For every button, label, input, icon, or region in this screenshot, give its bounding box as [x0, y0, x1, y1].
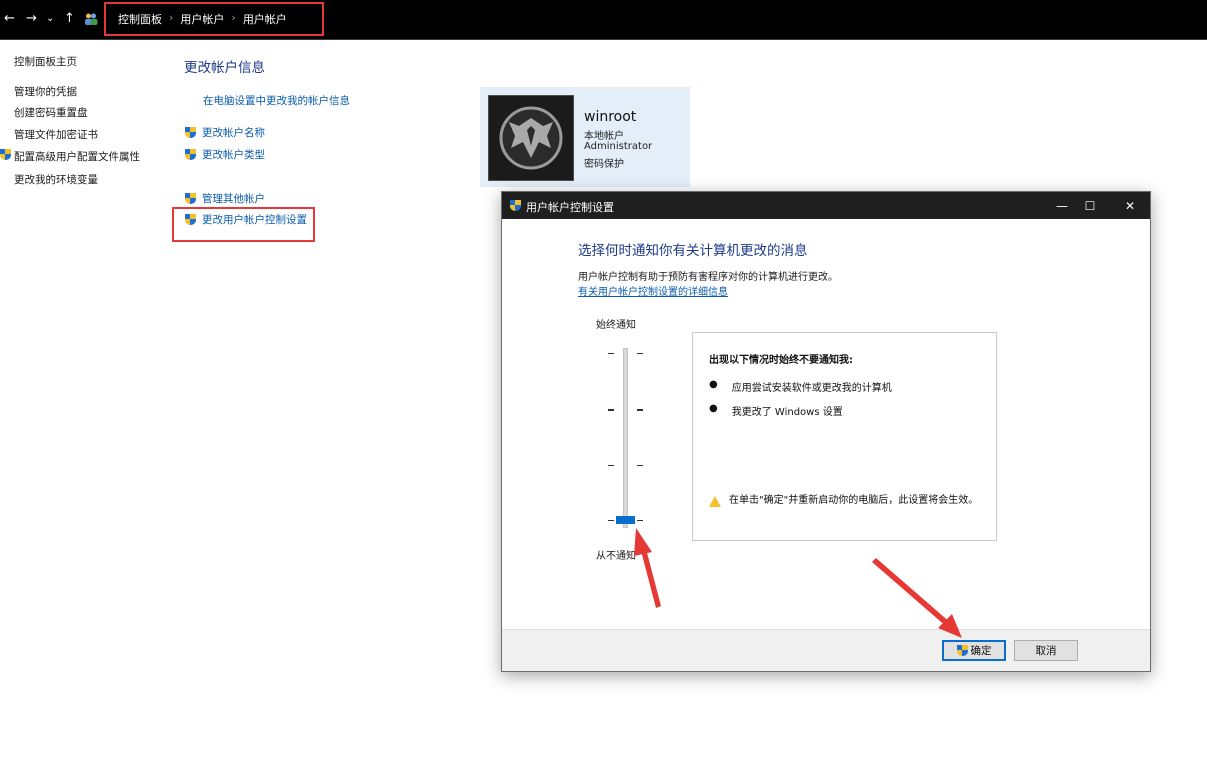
ok-button-label: 确定 [970, 645, 992, 657]
close-icon[interactable]: ✕ [1110, 195, 1150, 217]
uac-shield-icon [185, 126, 196, 139]
restart-warning: 在单击"确定"并重新启动你的电脑后，此设置将会生效。 [709, 494, 989, 508]
setting-description-title: 出现以下情况时始终不要通知我: [709, 355, 853, 366]
breadcrumb-separator: › [231, 11, 236, 24]
warning-icon [709, 496, 721, 507]
account-tile: winroot 本地帐户 Administrator 密码保护 [480, 87, 690, 187]
setting-bullet-text: 我更改了 Windows 设置 [731, 407, 843, 418]
address-bar: ← → ⌄ ↑ 控制面板 › 用户帐户 › 用户帐户 [0, 0, 1207, 40]
uac-link-highlight [172, 207, 315, 242]
dialog-heading: 选择何时通知你有关计算机更改的消息 [578, 243, 808, 259]
cancel-button[interactable]: 取消 [1014, 640, 1078, 661]
slider-top-label: 始终通知 [596, 320, 636, 331]
uac-shield-icon [510, 200, 521, 212]
account-name: winroot [584, 109, 637, 125]
slider-tick [637, 520, 643, 521]
slider-tick [608, 465, 614, 466]
users-folder-icon [84, 12, 98, 26]
setting-description-box: 出现以下情况时始终不要通知我: ● 应用尝试安装软件或更改我的计算机 ● 我更改… [692, 332, 997, 541]
sidebar-item-manage-credentials[interactable]: 管理你的凭据 [14, 84, 77, 99]
dialog-title: 用户帐户控制设置 [526, 201, 614, 214]
avatar [488, 95, 574, 181]
manage-other-accounts-link[interactable]: 管理其他帐户 [185, 191, 265, 206]
dialog-title-bar[interactable]: 用户帐户控制设置 — ☐ ✕ [502, 192, 1150, 219]
uac-shield-icon [185, 148, 196, 161]
slider-tick [608, 353, 614, 354]
pc-settings-link[interactable]: 在电脑设置中更改我的帐户信息 [203, 93, 350, 108]
slider-tick [637, 409, 643, 411]
breadcrumb-separator: › [169, 11, 174, 24]
account-group: Administrator [584, 141, 653, 152]
uac-slider-thumb[interactable] [616, 516, 635, 524]
slider-tick [637, 353, 643, 354]
uac-settings-dialog: 用户帐户控制设置 — ☐ ✕ 选择何时通知你有关计算机更改的消息 用户帐户控制有… [501, 191, 1151, 672]
breadcrumb: 控制面板 › 用户帐户 › 用户帐户 [118, 11, 287, 27]
change-account-type-link[interactable]: 更改帐户类型 [185, 147, 265, 162]
slider-tick [608, 520, 614, 521]
account-type: 本地帐户 [584, 131, 624, 142]
restart-warning-text: 在单击"确定"并重新启动你的电脑后，此设置将会生效。 [729, 495, 979, 506]
uac-more-info-link[interactable]: 有关用户帐户控制设置的详细信息 [578, 283, 728, 298]
forward-arrow-icon[interactable]: → [26, 11, 37, 27]
slider-tick [608, 409, 614, 411]
back-arrow-icon[interactable]: ← [4, 11, 15, 27]
up-arrow-icon[interactable]: ↑ [64, 11, 75, 27]
ok-button[interactable]: 确定 [942, 640, 1006, 661]
sidebar-item-environment-variables[interactable]: 更改我的环境变量 [14, 172, 98, 187]
page-title: 更改帐户信息 [184, 60, 265, 76]
breadcrumb-item-user-accounts-current[interactable]: 用户帐户 [243, 11, 287, 27]
change-account-type-label: 更改帐户类型 [202, 149, 265, 161]
uac-shield-icon [185, 192, 196, 205]
dialog-footer: 确定 取消 [502, 629, 1150, 671]
uac-slider-track[interactable] [623, 348, 628, 528]
change-account-name-label: 更改帐户名称 [202, 127, 265, 139]
bullet-icon: ● [709, 379, 718, 390]
slider-bottom-label: 从不通知 [596, 551, 636, 562]
manage-other-accounts-label: 管理其他帐户 [202, 193, 265, 205]
list-item: ● 应用尝试安装软件或更改我的计算机 [709, 379, 892, 394]
breadcrumb-item-control-panel[interactable]: 控制面板 [118, 11, 162, 27]
breadcrumb-item-user-accounts[interactable]: 用户帐户 [180, 11, 224, 27]
uac-shield-icon [0, 149, 11, 161]
dialog-description: 用户帐户控制有助于预防有害程序对你的计算机进行更改。 [578, 272, 838, 283]
list-item: ● 我更改了 Windows 设置 [709, 403, 843, 418]
change-account-name-link[interactable]: 更改帐户名称 [185, 125, 265, 140]
maximize-icon[interactable]: ☐ [1070, 195, 1110, 217]
slider-tick [637, 465, 643, 466]
sidebar-item-file-encryption-cert[interactable]: 管理文件加密证书 [14, 127, 98, 142]
recent-locations-icon[interactable]: ⌄ [46, 11, 54, 27]
sidebar-item-password-reset-disk[interactable]: 创建密码重置盘 [14, 105, 88, 120]
sidebar-item-advanced-profile[interactable]: 配置高级用户配置文件属性 [14, 149, 140, 164]
uac-shield-icon [956, 644, 968, 657]
account-password-status: 密码保护 [584, 159, 624, 170]
sidebar-item-control-panel-home[interactable]: 控制面板主页 [14, 54, 77, 69]
bullet-icon: ● [709, 403, 718, 414]
setting-bullet-text: 应用尝试安装软件或更改我的计算机 [731, 383, 892, 394]
